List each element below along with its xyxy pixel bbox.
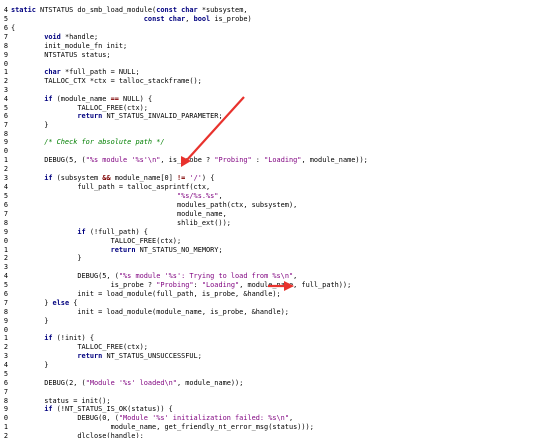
arrow-lower-head <box>284 281 294 291</box>
arrow-annotation-upper <box>181 96 245 167</box>
code-editor[interactable]: 4 static NTSTATUS do_smb_load_module(cons… <box>0 0 554 438</box>
arrow-annotation-lower <box>268 281 294 291</box>
arrow-upper-shaft <box>185 96 245 162</box>
annotation-overlay <box>181 96 294 291</box>
